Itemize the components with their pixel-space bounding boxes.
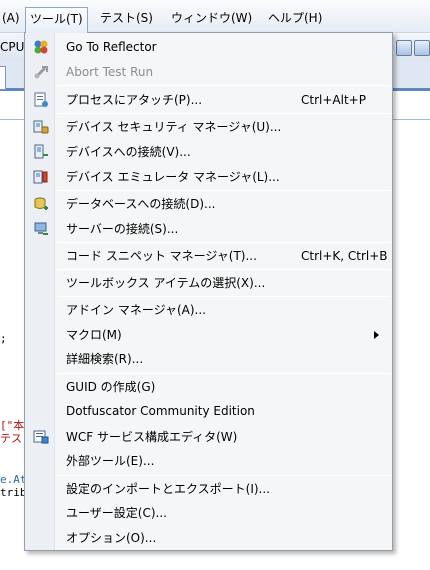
menu-item-device-emulator-manager[interactable]: デバイス エミュレータ マネージャ(L)... xyxy=(25,165,392,189)
menu-item-advanced-search[interactable]: 詳細検索(R)... xyxy=(25,347,392,371)
menubar-item-window[interactable]: ウィンドウ(W) xyxy=(171,8,252,28)
menu-item-connect-to-device[interactable]: デバイスへの接続(V)... xyxy=(25,140,392,164)
menu-item-label: Go To Reflector xyxy=(66,40,157,54)
toolbar-window-icon[interactable] xyxy=(396,40,412,56)
menu-item-shortcut: Ctrl+Alt+P xyxy=(301,93,366,107)
attach-process-icon xyxy=(33,92,49,108)
menu-item-attach-to-process[interactable]: プロセスにアタッチ(P)... Ctrl+Alt+P xyxy=(25,88,392,112)
menu-item-connect-to-database[interactable]: データベースへの接続(D)... xyxy=(25,192,392,216)
device-connect-icon xyxy=(33,144,49,160)
menu-bar: (A) ツール(T) テスト(S) ウィンドウ(W) ヘルプ(H) xyxy=(0,0,430,33)
document-tab[interactable] xyxy=(0,66,6,90)
menu-item-connect-to-server[interactable]: サーバーの接続(S)... xyxy=(25,217,392,241)
menu-item-label: デバイスへの接続(V)... xyxy=(66,145,191,159)
menubar-item-help[interactable]: ヘルプ(H) xyxy=(268,8,322,28)
menu-item-label: マクロ(M) xyxy=(66,328,122,342)
server-connect-icon xyxy=(33,221,49,237)
menu-separator xyxy=(58,475,390,476)
menu-item-options[interactable]: オプション(O)... xyxy=(25,526,392,550)
menu-item-go-to-reflector[interactable]: Go To Reflector xyxy=(25,35,392,59)
menu-separator xyxy=(58,190,390,191)
menubar-item-architecture[interactable]: (A) xyxy=(2,8,20,28)
menu-item-label: プロセスにアタッチ(P)... xyxy=(66,93,203,107)
menu-item-label: ツールボックス アイテムの選択(X)... xyxy=(66,276,266,290)
menu-item-customize[interactable]: ユーザー設定(C)... xyxy=(25,501,392,525)
menu-item-label: 外部ツール(E)... xyxy=(66,454,155,468)
menu-item-add-in-manager[interactable]: アドイン マネージャ(A)... xyxy=(25,298,392,322)
database-connect-icon xyxy=(33,196,49,212)
menu-item-create-guid[interactable]: GUID の作成(G) xyxy=(25,375,392,399)
code-fragment: テス xyxy=(0,432,22,445)
menu-item-macros[interactable]: マクロ(M) xyxy=(25,323,392,347)
menu-item-import-export-settings[interactable]: 設定のインポートとエクスポート(I)... xyxy=(25,477,392,501)
code-fragment: ["本 xyxy=(0,419,25,432)
device-security-icon xyxy=(33,119,49,135)
menu-item-label: アドイン マネージャ(A)... xyxy=(66,303,206,317)
menu-separator xyxy=(58,242,390,243)
menu-separator xyxy=(58,269,390,270)
wcf-config-icon xyxy=(33,429,49,445)
menubar-item-tools[interactable]: ツール(T) xyxy=(25,7,88,33)
toolbar-layout-icon[interactable] xyxy=(414,40,430,56)
tools-menu: Go To Reflector Abort Test Run プロセスにアタッチ… xyxy=(24,32,393,551)
menubar-item-test[interactable]: テスト(S) xyxy=(100,8,153,28)
menu-item-label: Abort Test Run xyxy=(66,65,154,79)
code-fragment: e.At xyxy=(0,473,27,486)
menu-item-shortcut: Ctrl+K, Ctrl+B xyxy=(301,249,388,263)
menu-separator xyxy=(58,85,390,86)
menu-item-abort-test-run: Abort Test Run xyxy=(25,60,392,84)
menu-item-label: デバイス エミュレータ マネージャ(L)... xyxy=(66,170,280,184)
menu-item-label: オプション(O)... xyxy=(66,531,157,545)
menu-item-device-security-manager[interactable]: デバイス セキュリティ マネージャ(U)... xyxy=(25,115,392,139)
cpu-label: CPU xyxy=(0,40,25,54)
reflector-icon xyxy=(33,39,49,55)
menu-item-label: 設定のインポートとエクスポート(I)... xyxy=(66,482,270,496)
menu-item-label: Dotfuscator Community Edition xyxy=(66,404,255,418)
menu-item-code-snippet-manager[interactable]: コード スニペット マネージャ(T)... Ctrl+K, Ctrl+B xyxy=(25,244,392,268)
menu-item-label: GUID の作成(G) xyxy=(66,380,156,394)
menu-item-wcf-service-config-editor[interactable]: WCF サービス構成エディタ(W) xyxy=(25,425,392,449)
device-emulator-icon xyxy=(33,169,49,185)
menu-item-external-tools[interactable]: 外部ツール(E)... xyxy=(25,449,392,473)
menu-item-label: デバイス セキュリティ マネージャ(U)... xyxy=(66,120,282,134)
menu-item-label: 詳細検索(R)... xyxy=(66,352,144,366)
menu-item-label: WCF サービス構成エディタ(W) xyxy=(66,430,238,444)
menu-item-label: ユーザー設定(C)... xyxy=(66,506,167,520)
menu-separator xyxy=(58,373,390,374)
submenu-arrow-icon xyxy=(374,331,379,339)
menu-separator xyxy=(58,296,390,297)
menu-item-label: サーバーの接続(S)... xyxy=(66,222,179,236)
abort-test-run-icon xyxy=(33,64,49,80)
code-fragment: trib xyxy=(0,486,27,499)
menu-item-label: データベースへの接続(D)... xyxy=(66,197,216,211)
menu-item-choose-toolbox-items[interactable]: ツールボックス アイテムの選択(X)... xyxy=(25,271,392,295)
code-fragment: ; xyxy=(0,332,7,345)
menu-item-dotfuscator[interactable]: Dotfuscator Community Edition xyxy=(25,399,392,423)
menu-separator xyxy=(58,113,390,114)
menu-item-label: コード スニペット マネージャ(T)... xyxy=(66,249,257,263)
